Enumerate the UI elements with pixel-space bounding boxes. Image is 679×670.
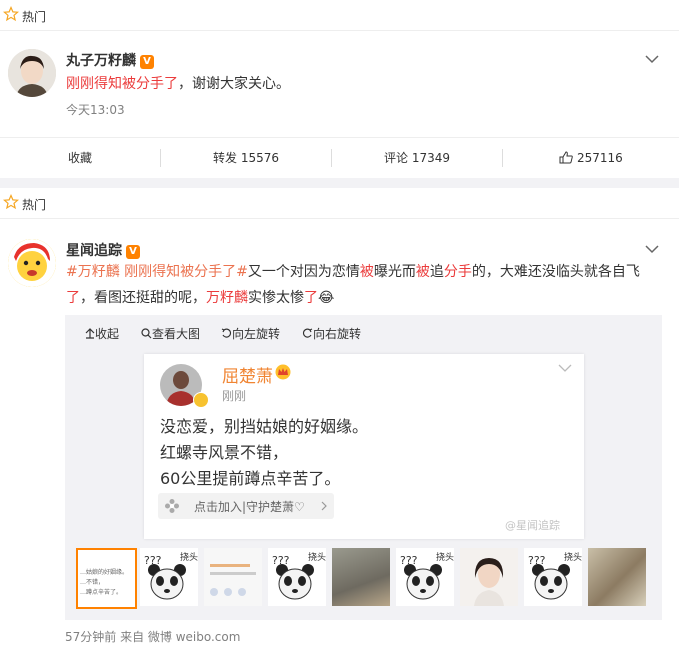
collect-label: 收藏 [67,151,92,165]
laughing-emoji-icon: 😂 [318,290,335,306]
post-card-1: 丸子万籽麟 V 刚刚得知被分手了，谢谢大家关心。 今天13:03 [0,31,679,137]
repost-label: 转发 15576 [213,151,279,165]
post-line-2: 了，看图还挺甜的呢，万籽麟实惨太惨了😂 [66,285,666,311]
post-segment: 又一个对因为恋情 [247,264,360,280]
rotate-right-label: 向右旋转 [313,327,362,341]
like-button[interactable]: 257116 [503,138,679,178]
thumbnail-portrait[interactable] [460,548,518,606]
rotate-right-icon [302,328,313,338]
post-segment: ，看图还挺甜的呢， [80,290,206,306]
rotate-left-label: 向左旋转 [232,327,281,341]
rotate-right-button[interactable]: 向右旋转 [302,325,361,342]
post-segment: 被 [359,264,374,280]
view-large-label: 查看大图 [152,327,201,341]
post-segment: 的，大难还没临头就各自飞 [471,264,640,280]
join-group-button: 点击加入|守护楚萧♡ [158,493,334,519]
comment-label: 评论 17349 [384,151,450,165]
thumbnail-meme[interactable]: ??? 挠头 [140,548,198,606]
embed-username: 屈楚萧 [222,367,273,387]
username[interactable]: 星闻追踪 V [66,240,140,260]
post-line-1: #万籽麟 刚刚得知被分手了#又一个对因为恋情被曝光而被追分手的，大难还没临头就各… [66,259,666,285]
watermark: @星闻追踪 [505,519,560,532]
crown-badge-icon [275,364,291,380]
thumbnail-photo[interactable] [588,548,646,606]
username[interactable]: 丸子万籽麟 V [66,50,154,70]
post-text: #万籽麟 刚刚得知被分手了#又一个对因为恋情被曝光而被追分手的，大难还没临头就各… [66,259,666,311]
hot-header-1: 热门 [0,0,679,31]
comment-button[interactable]: 评论 17349 [332,138,502,178]
hashtag-link[interactable]: #万籽麟 刚刚得知被分手了# [66,264,248,280]
post-segment: 了 [66,290,80,306]
star-outline-icon [3,6,19,22]
thumbnail-meme[interactable]: ??? 挠头 [396,548,454,606]
thumbnail-meme[interactable]: ??? 挠头 [268,548,326,606]
meme-caption: 挠头 [436,553,454,563]
post-segment: 万籽麟 [206,290,248,306]
meme-caption: 挠头 [564,553,582,563]
verified-badge-icon [193,392,209,408]
hot-label: 热门 [22,10,47,24]
username-text[interactable]: 星闻追踪 [66,243,122,259]
post-text: 刚刚得知被分手了，谢谢大家关心。 [66,71,290,97]
verified-badge-icon: V [140,55,154,69]
post-footer: 57分钟前 来自 微博 weibo.com [65,630,241,644]
post-time[interactable]: 今天13:03 [66,101,125,118]
thumbnail-selected[interactable]: …姑娘的好姻缘。 …不错， …蹲点辛苦了。 [76,548,137,609]
embed-line-1: 没恋爱，别挡姑娘的好姻缘。 [160,417,369,436]
chevron-down-icon[interactable] [645,54,659,64]
hot-header-2: 热门 [0,188,679,219]
post-segment: 分手 [443,264,472,280]
thumbnail-meme[interactable]: ??? 挠头 [524,548,582,606]
embedded-post-image[interactable]: 屈楚萧 刚刚 没恋爱，别挡姑娘的好姻缘。 红螺寺风景不错， 60公里提前蹲点辛苦… [144,354,584,539]
meme-caption: 挠头 [308,553,326,563]
avatar-image [8,239,56,287]
portrait-image [474,558,504,606]
image-viewer: 收起 查看大图 向左旋转 向右旋转 屈楚萧 刚刚 没恋爱，别挡姑娘的好姻缘。 红… [65,315,662,620]
like-count: 257116 [577,151,623,165]
chevron-down-icon [558,364,572,372]
meme-caption: 挠头 [180,553,198,563]
post-segment: 追 [429,264,444,280]
post-highlight: 刚刚得知被分手了 [66,76,178,92]
embed-time: 刚刚 [222,389,247,403]
embed-line-3: 60公里提前蹲点辛苦了。 [160,469,341,488]
avatar[interactable] [8,239,56,287]
embed-text: 没恋爱，别挡姑娘的好姻缘。 红螺寺风景不错， 60公里提前蹲点辛苦了。 [160,414,368,492]
collect-button[interactable]: 收藏 [0,138,160,178]
hot-label: 热门 [22,198,47,212]
thumbnail-photo[interactable] [332,548,390,606]
post-segment: 实惨太惨 [248,290,304,306]
view-large-button[interactable]: 查看大图 [141,325,200,342]
collapse-button[interactable]: 收起 [85,325,119,342]
chevron-down-icon[interactable] [645,244,659,254]
star-outline-icon [3,194,19,210]
chevron-right-icon [321,501,327,511]
thumbs-up-icon [559,151,573,164]
post-segment: 了 [304,290,318,306]
verified-badge-icon: V [126,245,140,259]
avatar[interactable] [8,49,56,97]
collapse-label: 收起 [95,327,120,341]
username-text[interactable]: 丸子万籽麟 [66,53,136,69]
embed-line-2: 红螺寺风景不错， [160,443,289,462]
image-toolbar: 收起 查看大图 向左旋转 向右旋转 [65,325,662,345]
avatar-image [8,49,56,97]
rotate-left-icon [221,328,232,338]
magnifier-icon [141,328,152,339]
collapse-icon [85,328,95,339]
repost-button[interactable]: 转发 15576 [161,138,331,178]
thumbnail-screenshot[interactable] [204,548,262,606]
post-rest: ，谢谢大家关心。 [178,76,290,92]
rotate-left-button[interactable]: 向左旋转 [221,325,280,342]
action-bar-1: 收藏 转发 15576 评论 17349 257116 [0,137,679,178]
join-label: 点击加入|守护楚萧♡ [194,500,305,514]
post-segment: 被 [415,264,430,280]
post-segment: 曝光而 [373,264,416,280]
flower-icon [165,499,179,513]
